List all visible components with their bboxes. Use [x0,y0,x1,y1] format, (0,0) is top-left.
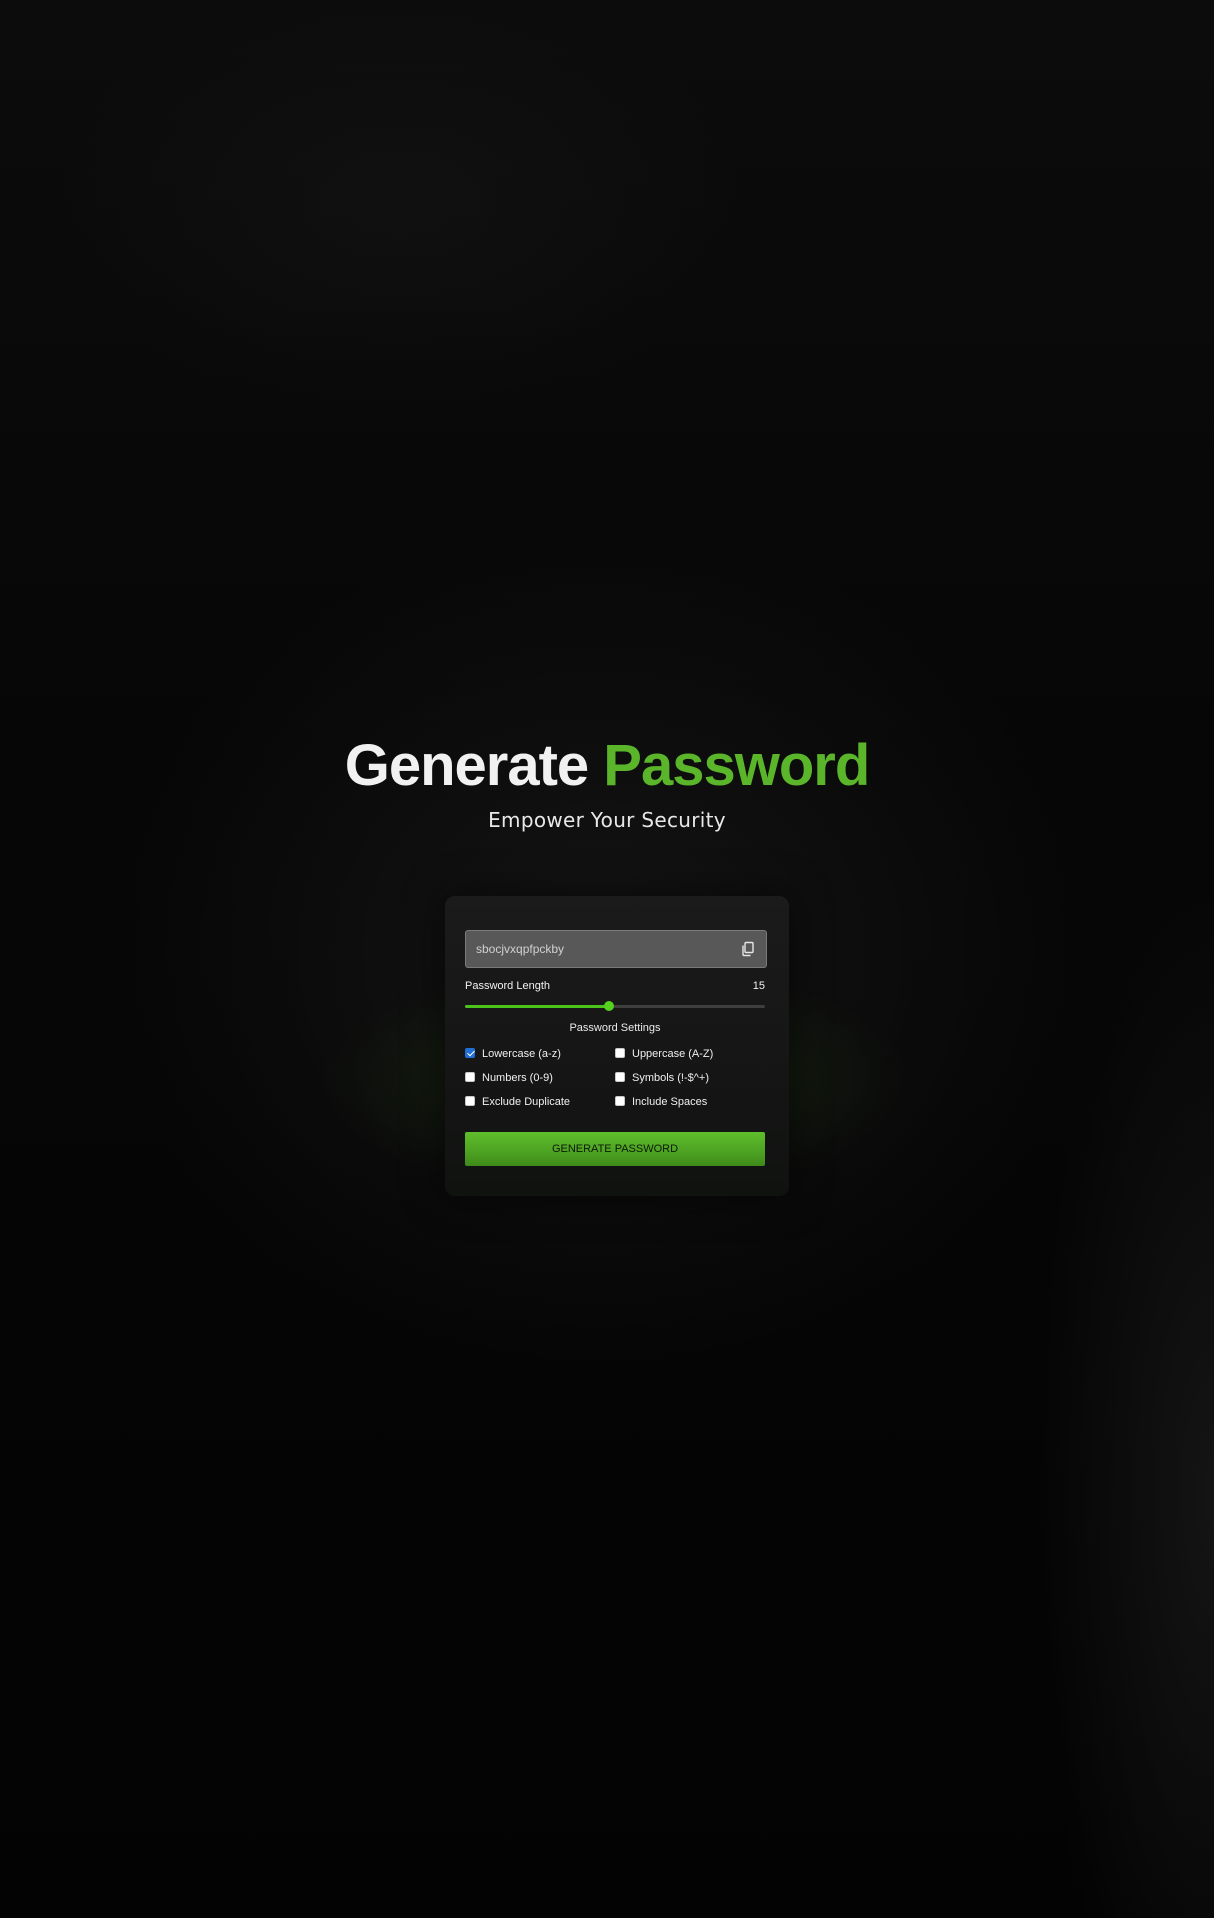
hero-section: Generate Password Empower Your Security [0,728,1214,832]
option-lowercase-checkbox[interactable] [465,1048,475,1058]
option-symbols[interactable]: Symbols (!-$^+) [615,1072,709,1086]
option-uppercase[interactable]: Uppercase (A-Z) [615,1048,713,1062]
option-exclude-duplicate[interactable]: Exclude Duplicate [465,1096,570,1110]
password-length-slider[interactable] [465,1001,765,1012]
option-numbers-checkbox[interactable] [465,1072,475,1082]
password-length-value: 15 [752,980,765,992]
option-exclude-duplicate-checkbox[interactable] [465,1096,475,1106]
generate-password-button[interactable]: GENERATE PASSWORD [465,1132,765,1166]
password-settings-title: Password Settings [569,1022,661,1034]
page-title-part-1: Generate [344,733,589,798]
password-generator-card: sbocjvxqpfpckby Password Length 15 Passw… [445,896,789,1196]
page-title: Generate Password [0,728,1214,804]
option-uppercase-checkbox[interactable] [615,1048,625,1058]
slider-fill [465,1005,609,1008]
slider-thumb[interactable] [604,1001,614,1011]
option-include-spaces-label: Include Spaces [632,1096,708,1108]
copy-icon[interactable] [740,941,756,957]
password-length-label: Password Length [465,980,550,992]
option-lowercase-label: Lowercase (a-z) [482,1048,561,1060]
option-symbols-label: Symbols (!-$^+) [632,1072,709,1084]
option-numbers-label: Numbers (0-9) [482,1072,553,1084]
option-include-spaces-checkbox[interactable] [615,1096,625,1106]
option-uppercase-label: Uppercase (A-Z) [632,1048,714,1060]
password-output-field[interactable]: sbocjvxqpfpckby [465,930,767,968]
password-output-value[interactable]: sbocjvxqpfpckby [476,942,564,956]
option-symbols-checkbox[interactable] [615,1072,625,1082]
option-lowercase[interactable]: Lowercase (a-z) [465,1048,561,1062]
password-length-row: Password Length 15 [465,980,765,996]
option-exclude-duplicate-label: Exclude Duplicate [482,1096,571,1108]
page-title-part-2: Password [603,733,870,798]
option-include-spaces[interactable]: Include Spaces [615,1096,707,1110]
page-subtitle: Empower Your Security [488,808,726,832]
option-numbers[interactable]: Numbers (0-9) [465,1072,553,1086]
